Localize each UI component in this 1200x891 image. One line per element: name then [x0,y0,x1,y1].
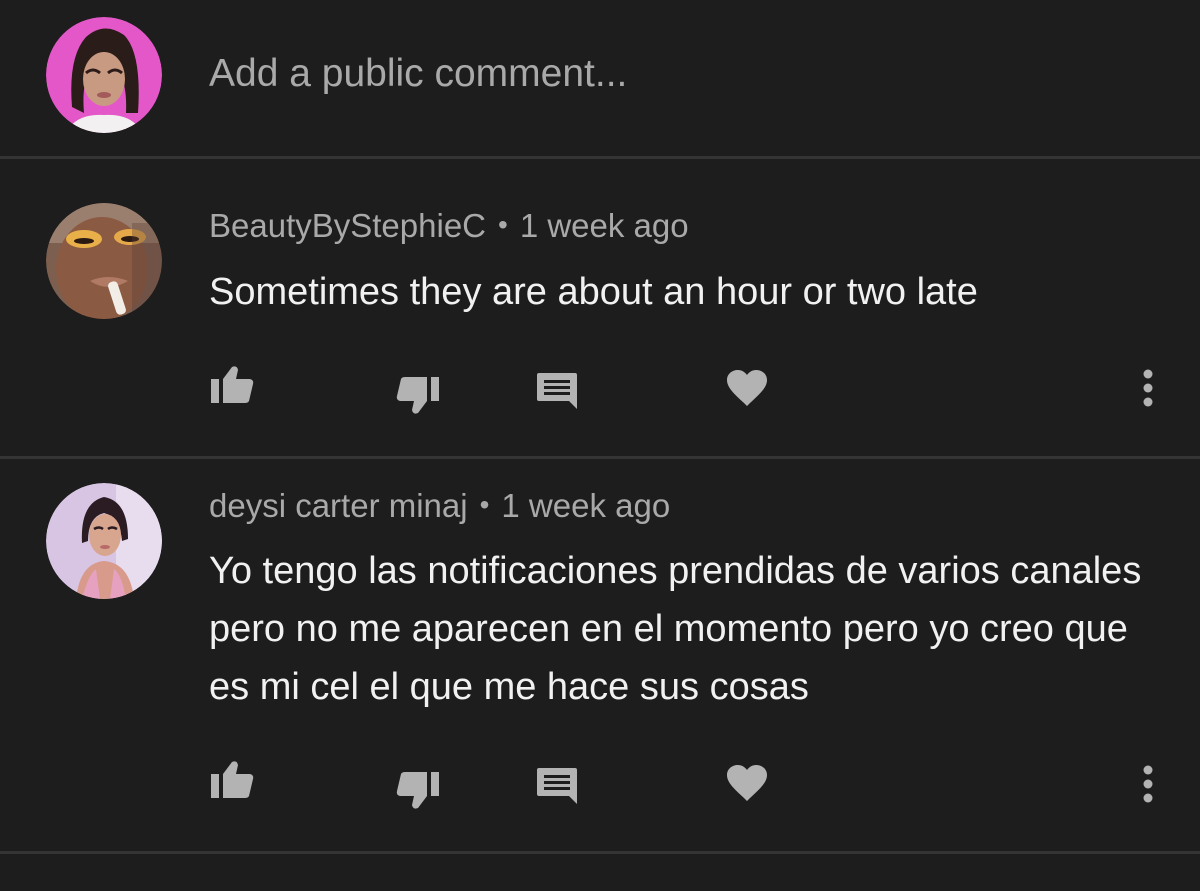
thumb-down-icon [396,772,439,809]
comment-composer: Add a public comment... [0,0,1200,156]
meta-separator: • [479,489,490,520]
thumb-down-icon [396,377,439,414]
comment-item: BeautyByStephieC • 1 week ago Sometimes th… [0,159,1200,456]
comment-meta: deysi carter minaj • 1 week ago [209,487,670,525]
reply-button[interactable] [527,361,587,421]
divider [0,851,1200,854]
more-vertical-icon [1143,765,1153,803]
commenter-avatar[interactable] [46,483,162,599]
more-options-button[interactable] [1118,754,1178,814]
heart-button[interactable] [717,358,777,418]
thumb-up-icon [211,366,254,403]
comment-text: Sometimes they are about an hour or two … [209,271,978,313]
reply-button[interactable] [527,756,587,816]
like-button[interactable] [202,355,262,415]
comment-timestamp[interactable]: 1 week ago [501,487,670,524]
comment-author[interactable]: BeautyByStephieC [209,207,486,244]
like-button[interactable] [202,750,262,810]
comment-author[interactable]: deysi carter minaj [209,487,468,524]
thumb-up-icon [211,761,254,798]
heart-icon [727,370,767,406]
more-options-button[interactable] [1118,358,1178,418]
dislike-button[interactable] [388,760,448,820]
heart-button[interactable] [717,753,777,813]
heart-icon [727,765,767,801]
commenter-avatar[interactable] [46,203,162,319]
dislike-button[interactable] [388,365,448,425]
comment-text: Yo tengo las notificaciones prendidas de… [209,550,1142,708]
meta-separator: • [498,209,508,240]
comment-timestamp[interactable]: 1 week ago [520,207,689,244]
current-user-avatar[interactable] [46,17,162,133]
comment-icon [537,373,577,409]
comment-item: deysi carter minaj • 1 week ago Yo tengo l… [0,459,1200,851]
more-vertical-icon [1143,369,1153,407]
add-comment-input[interactable]: Add a public comment... [209,52,627,96]
comment-icon [537,768,577,804]
comment-meta: BeautyByStephieC • 1 week ago [209,207,689,245]
